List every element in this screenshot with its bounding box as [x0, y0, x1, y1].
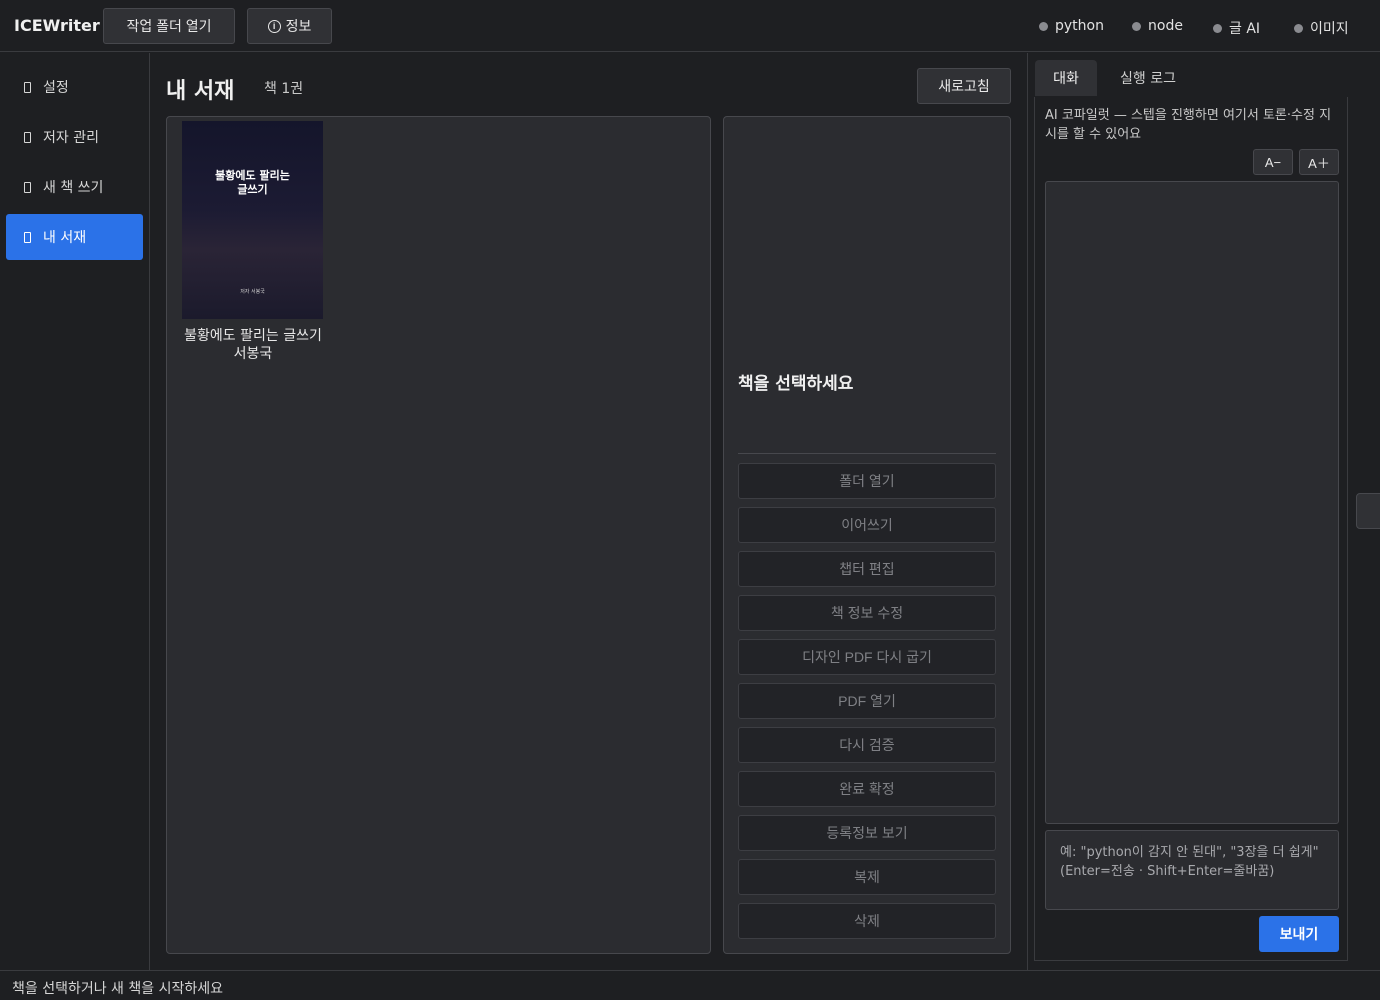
status-text-ai: 글 AI [1213, 18, 1260, 38]
status-dot-icon [1039, 21, 1048, 31]
info-label: 정보 [285, 18, 312, 34]
tab-chat[interactable]: 대화 [1035, 60, 1097, 96]
info-icon: i [267, 19, 281, 33]
edit-book-info-button[interactable]: 책 정보 수정 [738, 595, 996, 631]
sidebar-item-new-book[interactable]: 새 책 쓰기 [6, 164, 143, 210]
book-detail-panel: 책을 선택하세요 폴더 열기 이어쓰기 챕터 편집 책 정보 수정 디자인 PD… [723, 116, 1011, 954]
status-python: python [1039, 18, 1104, 34]
chat-panel: AI 코파일럿 — 스텝을 진행하면 여기서 토론·수정 지시를 할 수 있어요… [1034, 97, 1348, 961]
chat-messages [1045, 181, 1339, 824]
open-work-folder-label: 작업 폴더 열기 [126, 18, 212, 34]
confirm-complete-button[interactable]: 완료 확정 [738, 771, 996, 807]
cover-author: 저자 서봉국 [240, 289, 265, 295]
panel-resize-handle[interactable] [1356, 493, 1380, 529]
book-title: 불황에도 팔리는 글쓰기 [184, 328, 322, 344]
info-button[interactable]: i 정보 [247, 8, 332, 44]
continue-writing-button[interactable]: 이어쓰기 [738, 507, 996, 543]
status-message: 책을 선택하거나 새 책을 시작하세요 [12, 981, 223, 997]
revalidate-button[interactable]: 다시 검증 [738, 727, 996, 763]
rebuild-design-pdf-button[interactable]: 디자인 PDF 다시 굽기 [738, 639, 996, 675]
status-text-ai-label: 글 AI [1229, 21, 1261, 37]
tab-run-log[interactable]: 실행 로그 [1104, 60, 1192, 96]
book-shelf: 불황에도 팔리는 글쓰기 저자 서봉국 불황에도 팔리는 글쓰기 서봉국 [166, 116, 711, 954]
chat-input[interactable] [1045, 830, 1339, 910]
view-registration-button[interactable]: 등록정보 보기 [738, 815, 996, 851]
settings-icon [24, 81, 31, 93]
delete-button[interactable]: 삭제 [738, 903, 996, 939]
cover-title: 불황에도 팔리는 글쓰기 [215, 169, 290, 196]
sidebar-item-authors[interactable]: 저자 관리 [6, 114, 143, 160]
status-image-label: 이미지 [1310, 21, 1349, 37]
library-icon [24, 231, 31, 243]
status-node: node [1132, 18, 1183, 34]
open-folder-button[interactable]: 폴더 열기 [738, 463, 996, 499]
sidebar-item-label: 내 서재 [43, 230, 87, 246]
font-larger-button[interactable]: A＋ [1299, 149, 1339, 175]
sidebar-item-label: 새 책 쓰기 [43, 180, 104, 196]
status-dot-icon [1213, 23, 1222, 33]
send-button[interactable]: 보내기 [1259, 916, 1339, 952]
authors-icon [24, 131, 31, 143]
sidebar-item-label: 설정 [43, 80, 69, 96]
refresh-button[interactable]: 새로고침 [917, 68, 1011, 104]
detail-placeholder: 책을 선택하세요 [738, 374, 854, 394]
book-count: 책 1권 [264, 81, 304, 97]
status-python-label: python [1055, 18, 1104, 34]
top-bar: ICEWriter 작업 폴더 열기 i 정보 python node 글 AI… [0, 0, 1380, 52]
open-pdf-button[interactable]: PDF 열기 [738, 683, 996, 719]
sidebar: 설정 저자 관리 새 책 쓰기 내 서재 [0, 53, 150, 970]
edit-chapters-button[interactable]: 챕터 편집 [738, 551, 996, 587]
status-node-label: node [1148, 18, 1183, 34]
font-smaller-button[interactable]: A− [1253, 149, 1293, 175]
copilot-panel: 대화 실행 로그 AI 코파일럿 — 스텝을 진행하면 여기서 토론·수정 지시… [1027, 53, 1380, 970]
new-book-icon [24, 181, 31, 193]
sidebar-item-library[interactable]: 내 서재 [6, 214, 143, 260]
sidebar-item-label: 저자 관리 [43, 130, 99, 146]
open-work-folder-button[interactable]: 작업 폴더 열기 [103, 8, 235, 44]
status-dot-icon [1294, 23, 1303, 33]
divider [738, 453, 996, 454]
book-cover[interactable]: 불황에도 팔리는 글쓰기 저자 서봉국 [182, 121, 323, 319]
duplicate-button[interactable]: 복제 [738, 859, 996, 895]
status-dot-icon [1132, 21, 1141, 31]
status-image: 이미지 [1294, 18, 1349, 38]
book-author: 서봉국 [233, 346, 273, 362]
app-title: ICEWriter [14, 16, 100, 35]
status-bar: 책을 선택하거나 새 책을 시작하세요 [0, 970, 1380, 1000]
sidebar-item-settings[interactable]: 설정 [6, 64, 143, 110]
library-view: 내 서재 책 1권 새로고침 불황에도 팔리는 글쓰기 저자 서봉국 불황에도 … [151, 53, 1026, 970]
page-title: 내 서재 [166, 79, 235, 104]
copilot-description: AI 코파일럿 — 스텝을 진행하면 여기서 토론·수정 지시를 할 수 있어요 [1045, 108, 1332, 142]
